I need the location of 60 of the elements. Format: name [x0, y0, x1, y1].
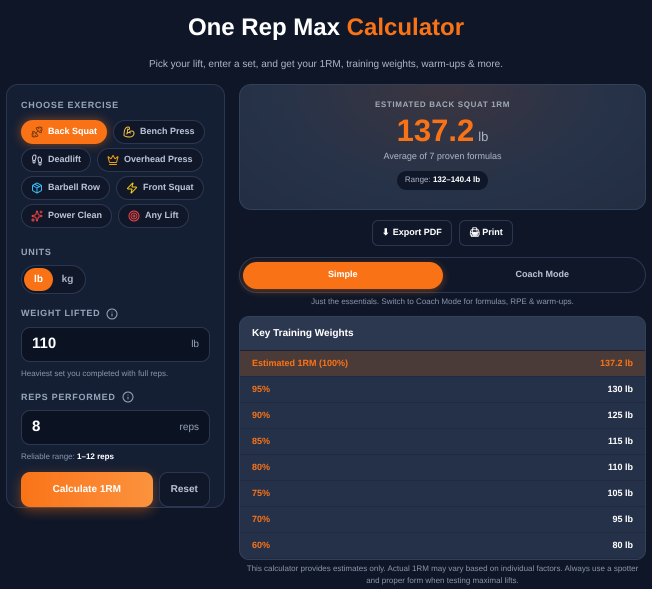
box-icon	[31, 182, 43, 194]
page-title: One Rep Max Calculator	[188, 13, 464, 43]
weight-field[interactable]: 110 lb	[21, 326, 210, 362]
mode-tab[interactable]: Coach Mode	[442, 262, 642, 288]
mode-hint: Just the essentials. Switch to Coach Mode for formulas, RPE & warm-ups.	[310, 296, 575, 308]
percent-cell-text: 85%	[252, 434, 270, 448]
exercise-chip[interactable]: Deadlift	[21, 148, 92, 172]
exercise-chip[interactable]: Power Clean	[21, 204, 112, 228]
weight-cell-text: 115 lb	[608, 434, 633, 448]
weight-cell-text: 80 lb	[612, 538, 633, 552]
info-icon[interactable]	[122, 391, 134, 404]
result-value: 137.2	[396, 114, 474, 148]
reps-value: 8	[32, 417, 40, 438]
info-icon[interactable]	[106, 308, 118, 320]
crown-icon	[107, 154, 120, 166]
page-subtitle: Pick your lift, enter a set, and get your 1RM, training weights, warm-ups & more.	[148, 58, 504, 72]
section-label: UNITS	[21, 246, 52, 258]
flexed-arm-icon	[123, 126, 136, 138]
weight-value: 110	[32, 334, 56, 354]
exercise-chip[interactable]: Front Squat	[116, 176, 204, 200]
action-button[interactable]: 🖨 Print	[458, 220, 513, 246]
disclaimer: This calculator provides estimates only. Actual 1RM may vary based on individual factors. Always use a spotter and proper form when testing maximal lifts.	[246, 563, 640, 587]
percent-cell-text: Estimated 1RM (100%)	[252, 356, 348, 370]
footprints-icon	[31, 154, 43, 166]
weight-cell-text: 105 lb	[607, 486, 633, 500]
unit-label: reps	[180, 421, 199, 435]
weight-cell-text: 125 lb	[607, 408, 633, 422]
weight-cell-text: 95 lb	[612, 512, 633, 526]
section-label: CHOOSE EXERCISE	[21, 99, 119, 112]
percent-cell-text: 60%	[252, 538, 270, 552]
weight-cell-text: 110 lb	[608, 460, 633, 474]
percent-cell-text: 80%	[252, 460, 270, 474]
section-label: REPS PERFORMED	[21, 390, 116, 404]
spark-icon	[31, 210, 43, 222]
field-hint: Reliable range: 1–12 reps	[21, 451, 115, 463]
unit-option[interactable]: kg	[53, 268, 82, 291]
weight-cell-text: 137.2 lb	[600, 356, 633, 370]
target-icon	[128, 210, 140, 222]
exercise-chip[interactable]: Overhead Press	[97, 148, 203, 172]
table-title: Key Training Weights	[252, 327, 354, 341]
exercise-chip[interactable]: Barbell Row	[21, 176, 110, 200]
percent-cell-text: 75%	[252, 486, 270, 500]
percent-cell-text: 95%	[252, 382, 270, 396]
reset-button[interactable]: Reset	[158, 472, 210, 507]
section-label: WEIGHT LIFTED	[21, 307, 100, 320]
exercise-chip[interactable]: Bench Press	[113, 120, 205, 144]
dumbbell-icon	[31, 126, 43, 138]
range-badge: Range: 132–140.4 lb	[396, 170, 488, 190]
result-note: Average of 7 proven formulas	[384, 150, 502, 163]
lightning-icon	[126, 182, 138, 194]
action-button[interactable]: ⬇ Export PDF	[372, 220, 452, 246]
field-hint: Heaviest set you completed with full reps.	[21, 368, 170, 380]
exercise-chip[interactable]: Any Lift	[118, 204, 189, 228]
result-label: ESTIMATED BACK SQUAT 1RM	[374, 99, 510, 111]
percent-cell-text: 90%	[252, 408, 270, 422]
weight-cell-text: 130 lb	[607, 382, 633, 396]
unit-label: lb	[191, 338, 199, 352]
result-unit: lb	[478, 128, 488, 146]
reps-field[interactable]: 8 reps	[21, 410, 210, 445]
percent-cell-text: 70%	[252, 512, 270, 526]
